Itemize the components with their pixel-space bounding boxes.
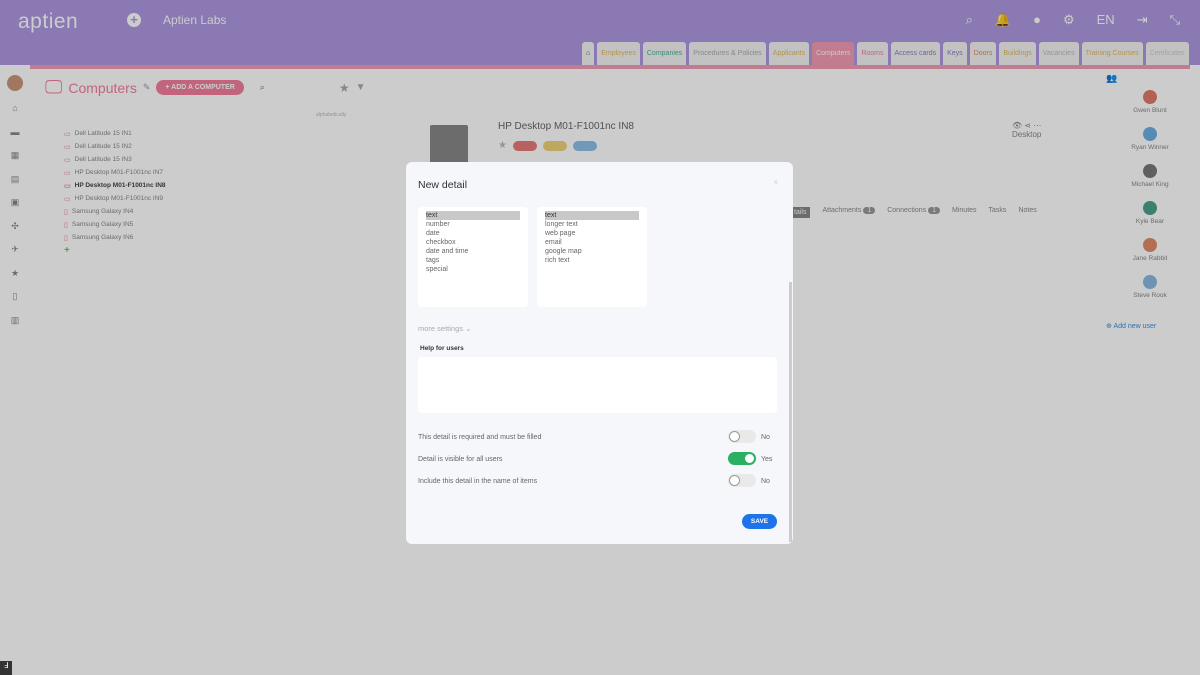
toggle-switch[interactable] (728, 452, 756, 465)
setting-row: Detail is visible for all users Yes (418, 452, 778, 465)
toggle-state: No (761, 478, 770, 485)
option-date-and-time[interactable]: date and time (426, 247, 520, 256)
scrollbar[interactable] (789, 282, 792, 542)
option-email[interactable]: email (545, 238, 639, 247)
chevron-down-icon: ⌄ (465, 324, 472, 333)
setting-label: Detail is visible for all users (418, 456, 503, 463)
toggle-state: Yes (761, 456, 773, 463)
toggle-state: No (761, 434, 770, 441)
setting-label: Include this detail in the name of items (418, 478, 538, 485)
aptien-icon[interactable]: Ⅎ (0, 661, 12, 675)
help-label: Help for users (420, 345, 464, 352)
toggle-switch[interactable] (728, 474, 756, 487)
new-detail-modal: New detail × text number date checkbox date … (406, 162, 793, 544)
option-date[interactable]: date (426, 229, 520, 238)
save-button[interactable]: SAVE (742, 514, 777, 529)
modal-title: New detail (418, 179, 468, 191)
setting-row: Include this detail in the name of items… (418, 474, 778, 487)
option-text[interactable]: text (545, 211, 639, 220)
close-icon[interactable]: × (773, 178, 778, 187)
setting-row: This detail is required and must be fill… (418, 430, 778, 443)
type-select[interactable]: text number date checkbox date and time tags s… (418, 207, 528, 307)
option-rich-text[interactable]: rich text (545, 256, 639, 265)
more-settings-toggle[interactable]: more settings ⌄ (418, 324, 471, 333)
option-text[interactable]: text (426, 211, 520, 220)
help-input[interactable] (418, 357, 777, 413)
more-settings-label: more settings (418, 324, 464, 333)
option-checkbox[interactable]: checkbox (426, 238, 520, 247)
option-web-page[interactable]: web page (545, 229, 639, 238)
subtype-select[interactable]: text longer text web page email google map ri… (537, 207, 647, 307)
option-google-map[interactable]: google map (545, 247, 639, 256)
option-tags[interactable]: tags (426, 256, 520, 265)
setting-label: This detail is required and must be fill… (418, 434, 542, 441)
option-longer-text[interactable]: longer text (545, 220, 639, 229)
toggle-switch[interactable] (728, 430, 756, 443)
option-special[interactable]: special (426, 265, 520, 274)
option-number[interactable]: number (426, 220, 520, 229)
